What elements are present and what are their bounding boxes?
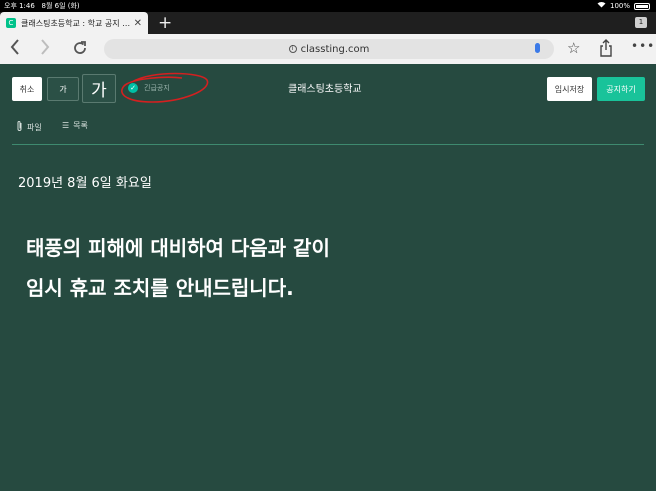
notice-body[interactable]: 태풍의 피해에 대비하여 다음과 같이 임시 휴교 조치를 안내드립니다. [26, 228, 330, 308]
font-size-large-button[interactable]: 가 [82, 74, 116, 103]
notice-date: 2019년 8월 6일 화요일 [18, 176, 152, 191]
reload-icon[interactable] [72, 40, 88, 60]
attach-file-button[interactable]: 파일 [16, 120, 42, 134]
paperclip-icon [16, 120, 23, 134]
bookmark-star-icon[interactable]: ☆ [567, 39, 580, 57]
school-name: 클래스팅초등학교 [288, 84, 362, 95]
font-size-small-button[interactable]: 가 [47, 77, 79, 101]
status-bar: 오후 1:46 8월 6일 (화) 100% [0, 0, 656, 12]
tab-count-button[interactable]: 1 [635, 17, 647, 28]
status-date: 8월 6일 (화) [41, 2, 80, 10]
close-tab-icon[interactable]: ✕ [134, 18, 142, 29]
tab-title: 클래스팅초등학교 : 학교 공지 … [21, 18, 130, 28]
browser-tab[interactable]: C 클래스팅초등학교 : 학교 공지 … ✕ [0, 12, 148, 34]
publish-button[interactable]: 공지하기 [597, 77, 645, 101]
file-label: 파일 [27, 122, 42, 132]
url-text: classting.com [300, 43, 370, 55]
save-draft-button[interactable]: 임시저장 [547, 77, 592, 101]
list-label: 목록 [73, 121, 88, 130]
battery-icon [634, 2, 650, 10]
classting-favicon-icon: C [6, 18, 16, 28]
back-icon[interactable] [10, 39, 20, 59]
site-info-icon[interactable]: i [288, 45, 297, 53]
cancel-button[interactable]: 취소 [12, 77, 42, 101]
address-bar: i classting.com ☆ ••• [0, 34, 656, 64]
toolbar-divider [12, 144, 644, 145]
notice-line-2: 임시 휴교 조치를 안내드립니다. [26, 276, 294, 300]
share-icon[interactable] [600, 38, 612, 58]
more-menu-icon[interactable]: ••• [631, 39, 655, 53]
red-annotation-circle [121, 72, 209, 103]
status-time: 오후 1:46 [4, 2, 35, 10]
notice-line-1: 태풍의 피해에 대비하여 다음과 같이 [26, 236, 330, 260]
list-button[interactable]: ☰ 목록 [62, 120, 88, 131]
microphone-icon[interactable] [535, 43, 540, 53]
forward-icon[interactable] [40, 39, 50, 59]
list-icon: ☰ [62, 121, 70, 130]
wifi-icon [597, 0, 606, 12]
url-field[interactable]: i classting.com [104, 39, 554, 59]
new-tab-icon[interactable]: + [158, 13, 172, 33]
tab-bar: C 클래스팅초등학교 : 학교 공지 … ✕ + 1 [0, 12, 656, 34]
battery-percent: 100% [609, 2, 630, 10]
